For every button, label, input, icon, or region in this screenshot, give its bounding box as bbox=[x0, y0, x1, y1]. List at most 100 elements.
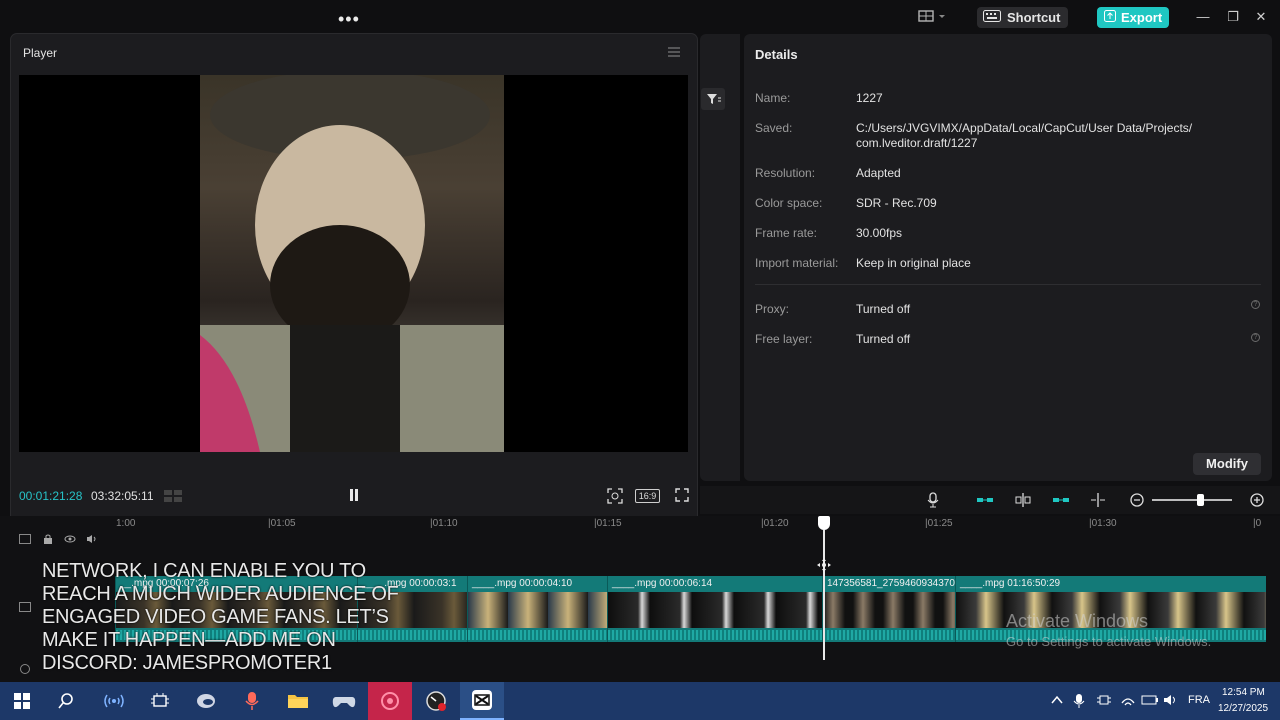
ruler-tick: |01:15 bbox=[594, 518, 622, 529]
timeline-clip[interactable]: ____.mpg 00:00:04:10 bbox=[467, 576, 607, 642]
ruler-tick: |01:20 bbox=[761, 518, 789, 529]
close-icon[interactable]: ✕ bbox=[1253, 9, 1269, 25]
more-horizontal-icon[interactable]: ••• bbox=[338, 10, 360, 28]
ruler-tick: |01:10 bbox=[430, 518, 458, 529]
split-icon[interactable] bbox=[1089, 492, 1107, 508]
detail-label-import-material: Import material: bbox=[755, 256, 839, 270]
capcut-app-icon[interactable] bbox=[460, 682, 504, 720]
details-divider bbox=[755, 284, 1261, 285]
detail-value-frame-rate: 30.00fps bbox=[856, 226, 903, 240]
detail-label-name: Name: bbox=[755, 91, 791, 105]
detail-label-free-layer: Free layer: bbox=[755, 332, 813, 346]
detail-value-saved-2: com.lveditor.draft/1227 bbox=[856, 136, 978, 150]
clip-thumbnails bbox=[823, 592, 955, 628]
mic-tray-icon[interactable] bbox=[1073, 693, 1085, 712]
ruler-tick: |01:30 bbox=[1089, 518, 1117, 529]
playhead-handle[interactable] bbox=[818, 516, 830, 530]
clip-label: 147356581_2759460934370 bbox=[827, 578, 955, 589]
audio-waveform bbox=[823, 630, 955, 640]
clip-label: ____.mpg 00:00:06:14 bbox=[612, 578, 713, 589]
file-explorer-icon[interactable] bbox=[276, 682, 320, 720]
zoom-in-icon[interactable] bbox=[1248, 492, 1266, 508]
keyboard-icon bbox=[983, 10, 1001, 25]
audio-waveform bbox=[468, 630, 607, 640]
lock-icon[interactable] bbox=[42, 531, 54, 544]
info-icon[interactable]: ? bbox=[1251, 333, 1260, 342]
clock-time[interactable]: 12:54 PM bbox=[1222, 687, 1265, 698]
bug-tray-icon[interactable] bbox=[1097, 693, 1111, 710]
pause-icon[interactable] bbox=[348, 488, 360, 502]
detail-value-color-space: SDR - Rec.709 bbox=[856, 196, 937, 210]
shortcut-label: Shortcut bbox=[1007, 10, 1061, 25]
layout-dropdown-icon[interactable] bbox=[918, 9, 948, 25]
ruler-tick: |01:25 bbox=[925, 518, 953, 529]
detail-label-color-space: Color space: bbox=[755, 196, 823, 210]
detail-value-resolution: Adapted bbox=[856, 166, 901, 180]
overlay-caption-text: NETWORK, I CAN ENABLE YOU TO REACH A MUC… bbox=[42, 560, 399, 674]
speaker-icon[interactable] bbox=[1163, 693, 1179, 710]
microphone-app-icon[interactable] bbox=[230, 682, 274, 720]
detail-value-proxy: Turned off bbox=[856, 302, 911, 316]
red-app-icon[interactable] bbox=[368, 682, 412, 720]
clip-thumbnails bbox=[608, 592, 822, 628]
zoom-slider[interactable] bbox=[1152, 499, 1232, 501]
wireless-app-icon[interactable] bbox=[92, 682, 136, 720]
filter-icon[interactable] bbox=[701, 88, 725, 110]
detail-label-proxy: Proxy: bbox=[755, 302, 790, 316]
video-frame bbox=[200, 75, 504, 452]
menu-icon[interactable] bbox=[667, 45, 681, 57]
microphone-icon[interactable] bbox=[924, 492, 942, 508]
restore-icon[interactable]: ❐ bbox=[1225, 9, 1241, 25]
bug-app-icon[interactable] bbox=[138, 682, 182, 720]
track-audio-icon[interactable] bbox=[19, 661, 31, 674]
track-cover-icon[interactable] bbox=[19, 599, 31, 612]
aspect-ratio-button[interactable]: 16:9 bbox=[635, 489, 660, 503]
timeline-clip[interactable]: ____.mpg 01:16:50:29 bbox=[955, 576, 1266, 642]
edge-browser-icon[interactable] bbox=[184, 682, 228, 720]
export-button[interactable]: Export bbox=[1097, 7, 1169, 28]
windows-start-icon[interactable] bbox=[0, 682, 44, 720]
zoom-out-icon[interactable] bbox=[1128, 492, 1146, 508]
details-title: Details bbox=[755, 47, 798, 62]
language-indicator[interactable]: FRA bbox=[1188, 694, 1210, 706]
info-icon[interactable]: ? bbox=[1251, 300, 1260, 309]
ruler-tick: |0 bbox=[1253, 518, 1262, 529]
detail-value-import-material: Keep in original place bbox=[856, 256, 971, 270]
search-icon[interactable] bbox=[44, 682, 88, 720]
clock-date[interactable]: 12/27/2025 bbox=[1218, 703, 1268, 714]
zoom-slider-handle[interactable] bbox=[1197, 494, 1204, 506]
crop-icon[interactable] bbox=[607, 488, 623, 504]
video-preview[interactable] bbox=[19, 75, 688, 452]
detail-label-resolution: Resolution: bbox=[755, 166, 816, 180]
chevron-up-icon[interactable] bbox=[1050, 693, 1064, 710]
track-cover-icon[interactable] bbox=[19, 531, 31, 544]
main-track-magnet-icon[interactable] bbox=[976, 492, 994, 508]
timeline-clip[interactable]: ____.mpg 00:00:06:14 bbox=[607, 576, 822, 642]
battery-icon[interactable] bbox=[1141, 693, 1159, 710]
fullscreen-icon[interactable] bbox=[675, 488, 689, 502]
activate-windows-watermark: Activate Windows bbox=[1006, 611, 1149, 631]
detail-label-saved: Saved: bbox=[755, 121, 793, 135]
timeline-clip[interactable]: 147356581_2759460934370 bbox=[822, 576, 955, 642]
move-icon[interactable] bbox=[817, 558, 831, 572]
shortcut-button[interactable]: Shortcut bbox=[977, 7, 1068, 28]
player-panel: Player 00:01:21:28 03:32:05:11 16:9 bbox=[11, 34, 697, 522]
minimize-icon[interactable]: — bbox=[1195, 9, 1211, 25]
detail-label-frame-rate: Frame rate: bbox=[755, 226, 818, 240]
total-timecode: 03:32:05:11 bbox=[91, 489, 154, 503]
modify-button[interactable]: Modify bbox=[1193, 453, 1261, 475]
playhead[interactable] bbox=[823, 530, 825, 660]
speed-gauge-app-icon[interactable] bbox=[414, 682, 458, 720]
wifi-icon[interactable] bbox=[1120, 693, 1136, 710]
volume-icon[interactable] bbox=[86, 531, 98, 543]
grid-icon[interactable] bbox=[164, 489, 182, 502]
upload-icon bbox=[1104, 10, 1116, 25]
detail-value-free-layer: Turned off bbox=[856, 332, 911, 346]
export-label: Export bbox=[1121, 10, 1163, 25]
linkage-icon[interactable] bbox=[1052, 492, 1070, 508]
ruler-tick: 1:00 bbox=[116, 518, 136, 529]
snap-icon[interactable] bbox=[1014, 492, 1032, 508]
visibility-icon[interactable] bbox=[64, 531, 76, 543]
activate-windows-subtext: Go to Settings to activate Windows. bbox=[1006, 634, 1212, 649]
gamepad-app-icon[interactable] bbox=[322, 682, 366, 720]
